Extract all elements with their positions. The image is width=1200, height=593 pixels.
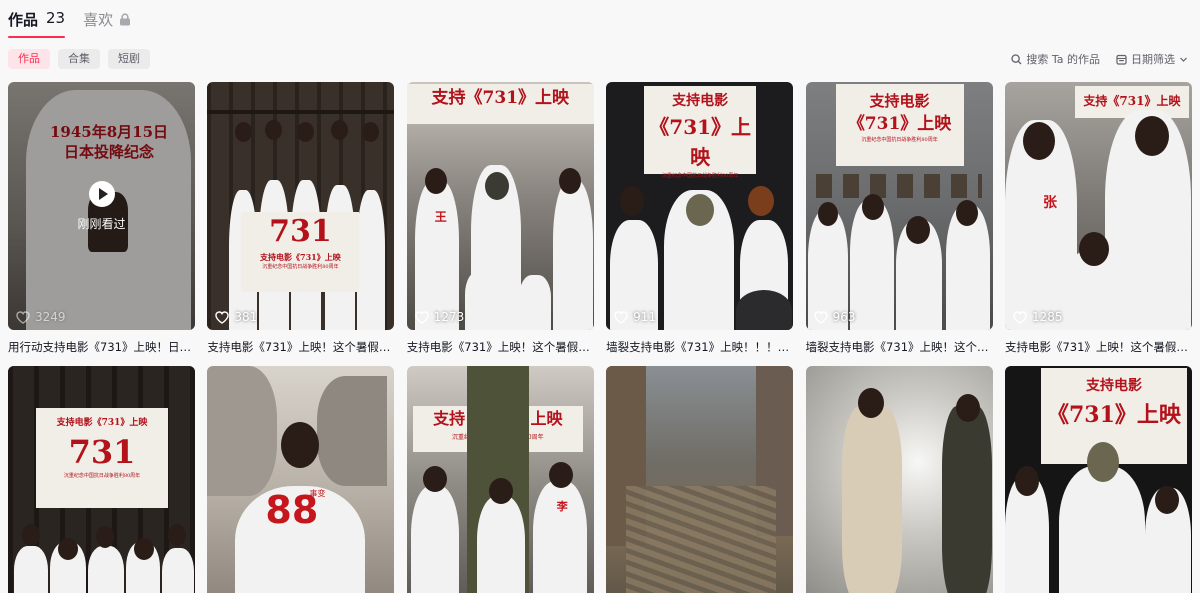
profile-tabs: 作品 23 喜欢 bbox=[8, 0, 131, 40]
lock-icon bbox=[119, 12, 131, 26]
search-icon bbox=[1011, 53, 1022, 65]
shirt-mark: 王 bbox=[434, 210, 447, 224]
like-count-value: 1285 bbox=[1031, 310, 1063, 324]
video-thumbnail[interactable]: 支持《731》上映 张 1285 bbox=[1004, 82, 1192, 330]
search-works-button[interactable]: 搜索 Ta 的作品 bbox=[1011, 51, 1100, 67]
video-thumbnail[interactable] bbox=[805, 366, 993, 593]
watched-overlay: 刚刚看过 bbox=[8, 82, 195, 330]
heart-icon bbox=[415, 310, 429, 324]
banner-note: 沉重纪念中国抗日战争胜利80周年 bbox=[861, 137, 938, 143]
video-card[interactable]: 1945年8月15日 日本投降纪念 刚刚看过 3249 用行动支持电影《731》… bbox=[8, 82, 195, 366]
banner-title: 支持电影 bbox=[1085, 378, 1142, 394]
video-thumbnail[interactable]: 88 事变 bbox=[207, 366, 395, 593]
video-thumbnail[interactable]: 支持电影 《731》上映 bbox=[1004, 366, 1192, 593]
video-caption[interactable]: 支持电影《731》上映！这个暑假必… bbox=[207, 330, 394, 366]
tab-works-label: 作品 bbox=[8, 11, 39, 29]
watched-label: 刚刚看过 bbox=[77, 216, 126, 231]
search-works-label: 搜索 Ta 的作品 bbox=[1026, 53, 1100, 66]
video-caption[interactable]: 用行动支持电影《731》上映！日本… bbox=[8, 330, 195, 366]
video-card[interactable]: 支持电影 《731》上映 沉重纪念中国抗日战争胜利80周年 963 墙裂支持电影… bbox=[805, 82, 993, 366]
banner-subtitle: 《731》上映 bbox=[649, 115, 752, 169]
heart-icon bbox=[614, 310, 628, 324]
video-caption[interactable]: 支持电影《731》上映！这个暑假必… bbox=[1005, 330, 1192, 366]
tab-likes[interactable]: 喜欢 bbox=[83, 0, 131, 38]
heart-icon bbox=[16, 310, 30, 324]
like-count: 911 bbox=[614, 310, 656, 324]
banner-title: 支持《731》上映 bbox=[431, 88, 570, 108]
tab-works[interactable]: 作品 23 bbox=[8, 0, 66, 38]
video-card[interactable] bbox=[805, 366, 993, 593]
subtab-collections[interactable]: 合集 bbox=[58, 49, 100, 69]
video-caption[interactable]: 墙裂支持电影《731》上映！这个暑… bbox=[806, 330, 993, 366]
like-count-value: 911 bbox=[633, 310, 657, 324]
video-thumbnail[interactable]: 支持《731》上映 沉重纪念中国抗日战争胜利80周年 李 bbox=[406, 366, 594, 593]
banner-subtitle: 《731》上映 bbox=[847, 114, 952, 134]
heart-icon bbox=[1013, 310, 1027, 324]
shirt-mark: 张 bbox=[1042, 195, 1057, 211]
banner-title: 支持电影 bbox=[672, 93, 729, 109]
date-filter-button[interactable]: 日期筛选 bbox=[1116, 51, 1188, 67]
like-count: 1285 bbox=[1013, 310, 1063, 324]
video-thumbnail[interactable]: 1945年8月15日 日本投降纪念 刚刚看过 3249 bbox=[8, 82, 195, 330]
video-card[interactable]: 支持电影《731》上映 731 沉重纪念中国抗日战争胜利80周年 bbox=[8, 366, 195, 593]
video-card[interactable]: 支持《731》上映 张 1285 支持电影《731》上映！这个暑假必… bbox=[1004, 82, 1192, 366]
date-filter-label: 日期筛选 bbox=[1131, 53, 1175, 66]
play-icon bbox=[88, 180, 115, 207]
like-count-value: 381 bbox=[234, 310, 258, 324]
calendar-icon bbox=[1116, 54, 1127, 65]
video-card[interactable]: 支持《731》上映 沉重纪念中国抗日战争胜利80周年 李 bbox=[406, 366, 594, 593]
banner-title: 支持电影《731》上映 bbox=[260, 252, 341, 262]
like-count-value: 963 bbox=[832, 310, 856, 324]
banner-number: 731 bbox=[269, 214, 332, 249]
heart-icon bbox=[215, 310, 230, 324]
video-thumbnail[interactable]: 支持《731》上映 王 1273 bbox=[406, 82, 594, 330]
tab-works-count: 23 bbox=[46, 9, 66, 27]
video-caption[interactable]: 墙裂支持电影《731》上映！！！这… bbox=[606, 330, 793, 366]
like-count: 1273 bbox=[415, 310, 465, 324]
video-caption[interactable]: 支持电影《731》上映！这个暑假必… bbox=[407, 330, 594, 366]
banner-note: 沉重纪念中国抗日战争胜利80周年 bbox=[262, 264, 339, 270]
banner-title: 支持电影《731》上映 bbox=[56, 418, 148, 428]
video-card[interactable]: 731 支持电影《731》上映 沉重纪念中国抗日战争胜利80周年 381 支持电… bbox=[207, 82, 395, 366]
subtab-works[interactable]: 作品 bbox=[8, 49, 50, 69]
video-card[interactable]: 支持《731》上映 王 1273 支持电影《731》上映！这个暑假必… bbox=[406, 82, 594, 366]
like-count: 963 bbox=[813, 310, 856, 324]
banner-subtitle: 《731》上映 bbox=[1046, 402, 1181, 428]
like-count: 3249 bbox=[16, 310, 66, 324]
works-grid: 1945年8月15日 日本投降纪念 刚刚看过 3249 用行动支持电影《731》… bbox=[8, 82, 1192, 593]
video-card[interactable]: 支持电影 《731》上映 沉重纪念中国抗日战争胜利80周年 911 墙裂支持电影… bbox=[606, 82, 794, 366]
like-count-value: 1273 bbox=[433, 310, 465, 324]
video-thumbnail[interactable] bbox=[606, 366, 794, 593]
like-count-value: 3249 bbox=[35, 310, 66, 324]
subtab-short-drama[interactable]: 短剧 bbox=[108, 49, 150, 69]
video-thumbnail[interactable]: 支持电影《731》上映 731 沉重纪念中国抗日战争胜利80周年 bbox=[8, 366, 195, 593]
shirt-mark: 李 bbox=[556, 500, 568, 513]
banner-note: 沉重纪念中国抗日战争胜利80周年 bbox=[63, 473, 141, 479]
like-count: 381 bbox=[215, 310, 257, 324]
banner-title: 支持电影 bbox=[869, 92, 930, 110]
video-thumbnail[interactable]: 731 支持电影《731》上映 沉重纪念中国抗日战争胜利80周年 381 bbox=[207, 82, 395, 330]
shirt-text: 事变 bbox=[309, 489, 326, 498]
tab-likes-label: 喜欢 bbox=[83, 11, 114, 29]
video-card[interactable]: 88 事变 bbox=[207, 366, 395, 593]
works-toolbar: 搜索 Ta 的作品 日期筛选 bbox=[1011, 51, 1188, 67]
chevron-down-icon bbox=[1179, 55, 1188, 64]
heart-icon bbox=[813, 310, 828, 324]
video-thumbnail[interactable]: 支持电影 《731》上映 沉重纪念中国抗日战争胜利80周年 911 bbox=[606, 82, 794, 330]
video-card[interactable] bbox=[606, 366, 794, 593]
banner-note: 沉重纪念中国抗日战争胜利80周年 bbox=[661, 173, 739, 179]
content-filter-tabs: 作品 合集 短剧 bbox=[8, 49, 150, 69]
video-card[interactable]: 支持电影 《731》上映 bbox=[1004, 366, 1192, 593]
video-thumbnail[interactable]: 支持电影 《731》上映 沉重纪念中国抗日战争胜利80周年 963 bbox=[805, 82, 993, 330]
banner-number: 731 bbox=[68, 433, 136, 471]
